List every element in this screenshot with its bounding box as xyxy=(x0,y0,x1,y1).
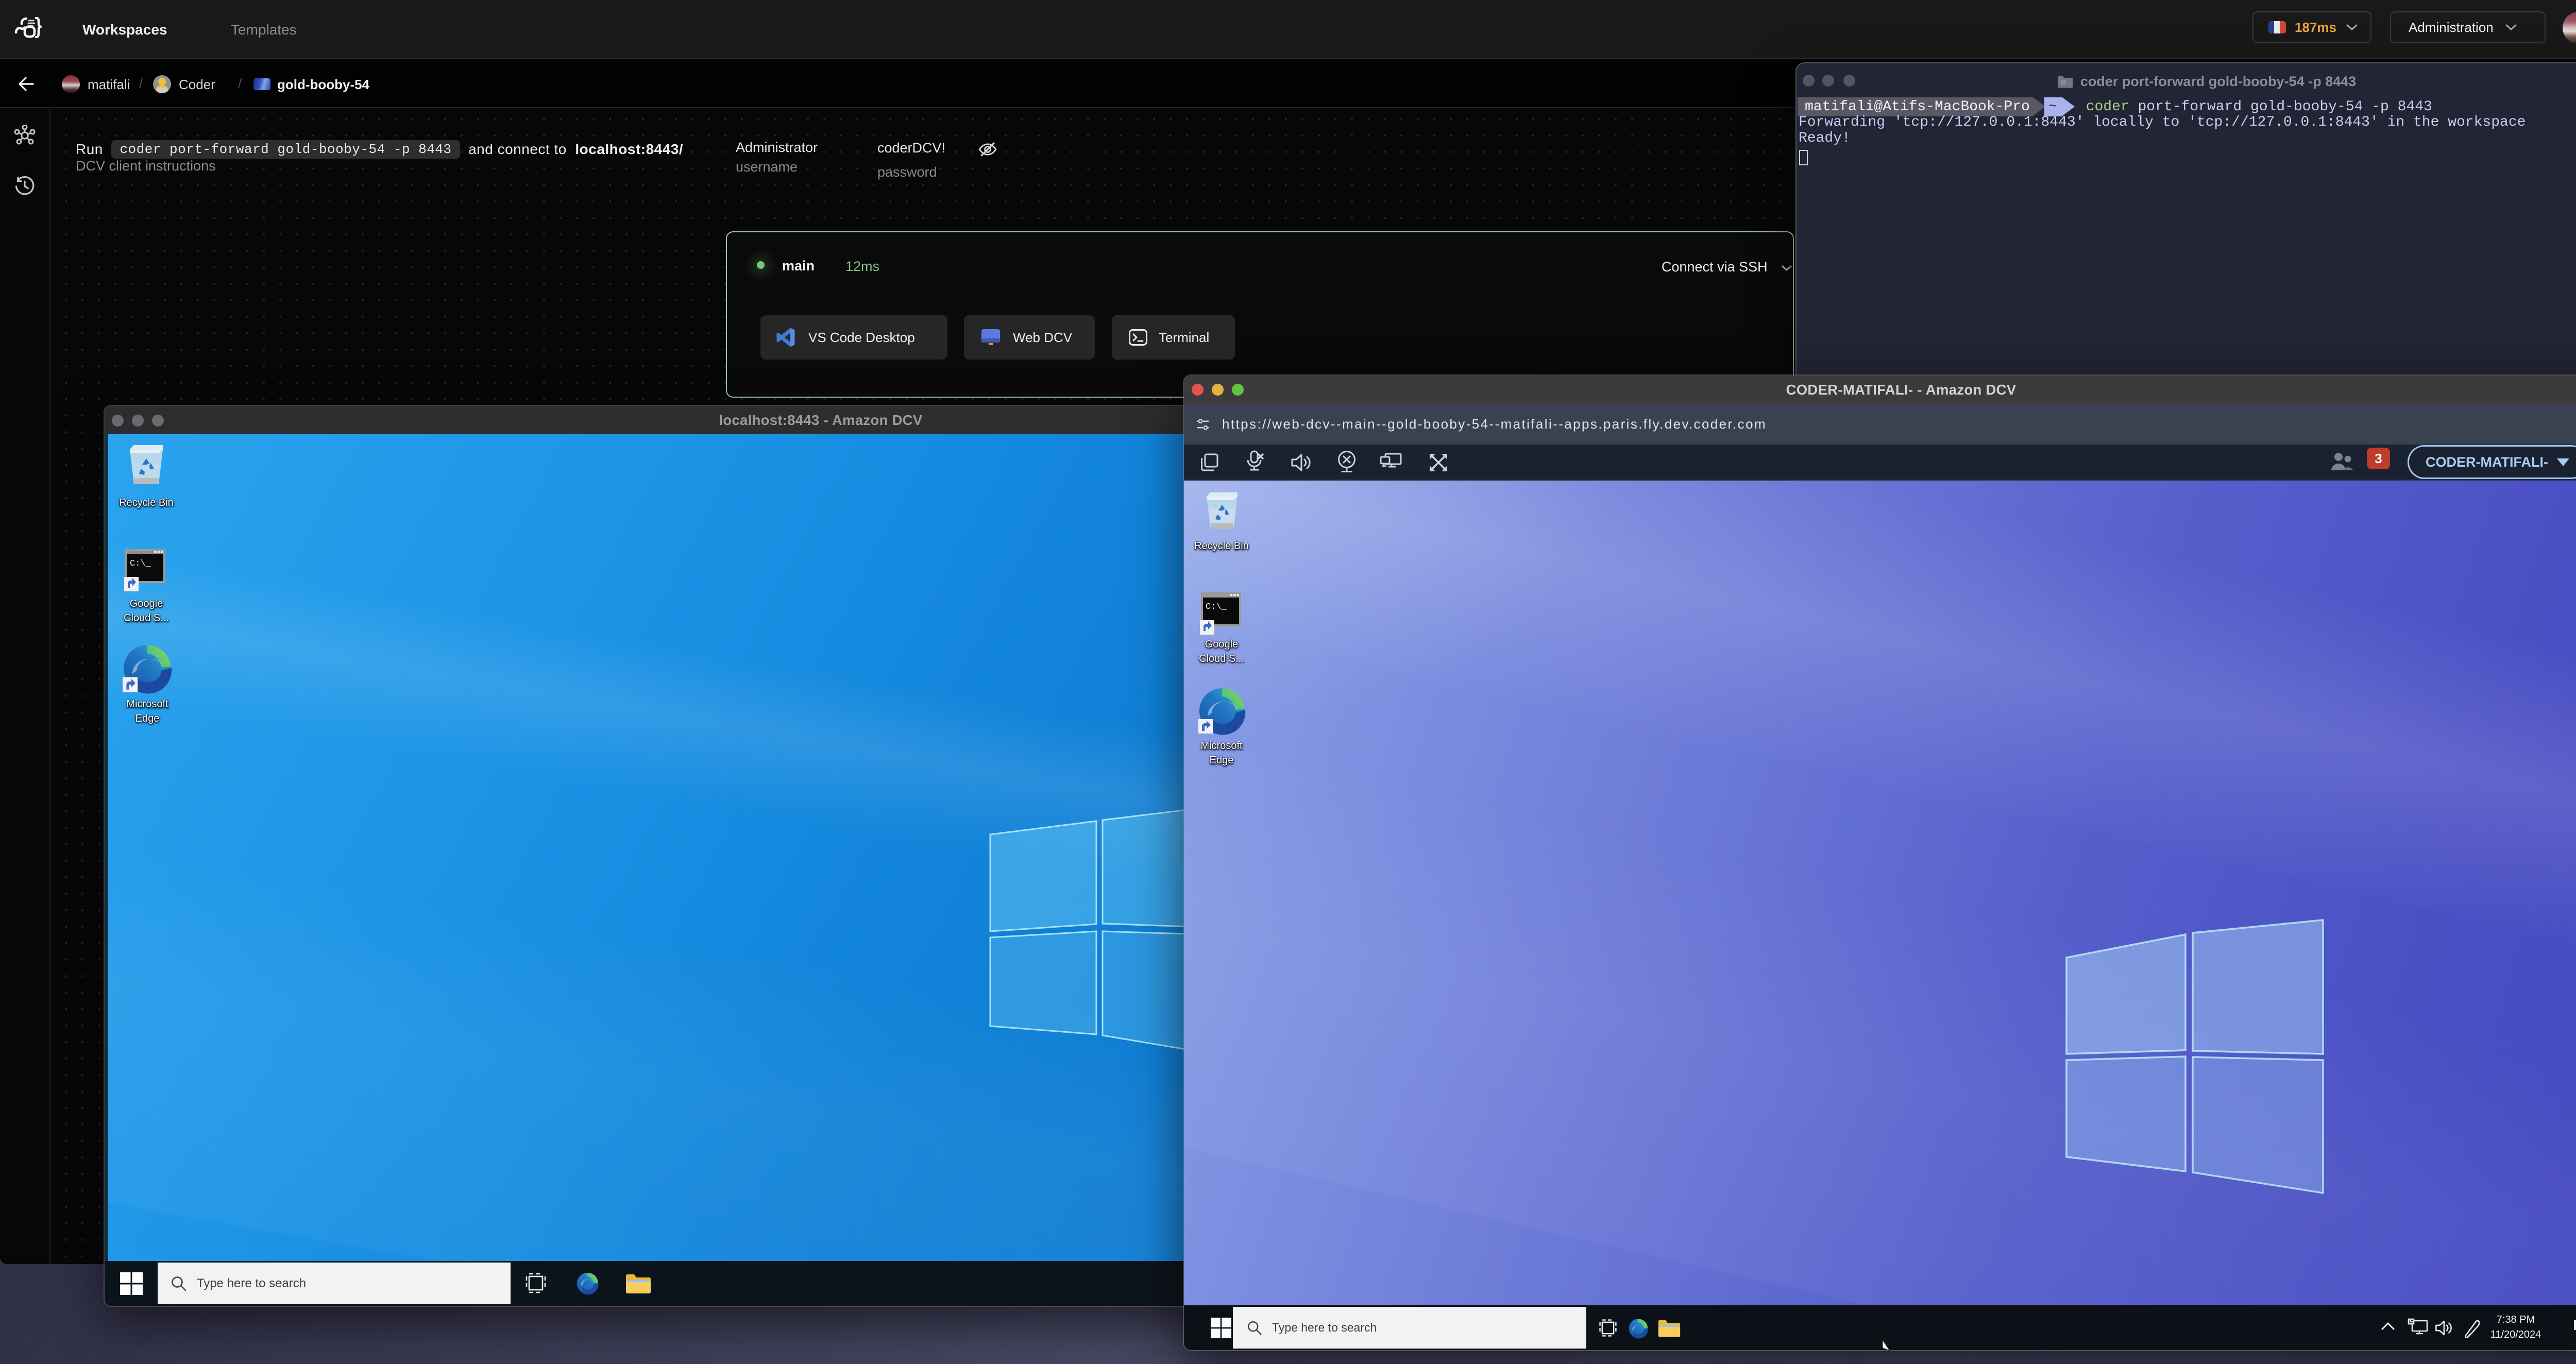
svg-text:C:\_: C:\_ xyxy=(1206,602,1227,612)
svg-text:C:\_: C:\_ xyxy=(130,559,151,569)
